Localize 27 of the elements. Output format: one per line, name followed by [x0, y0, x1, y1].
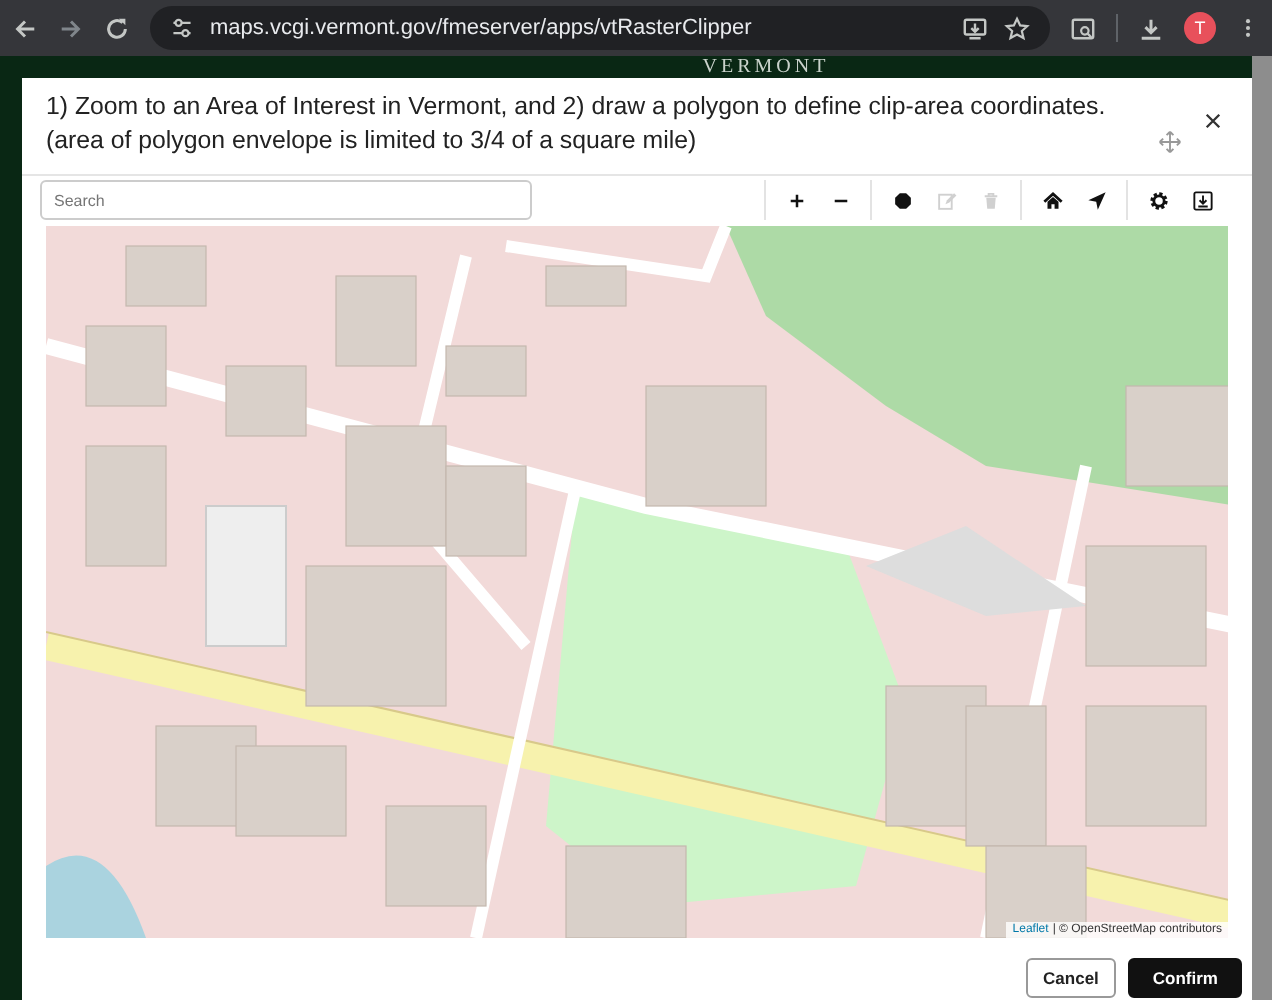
site-settings-icon[interactable] — [170, 16, 194, 40]
address-bar[interactable]: maps.vcgi.vermont.gov/fmeserver/apps/vtRasterClipper — [150, 6, 1050, 50]
profile-avatar[interactable]: T — [1184, 12, 1216, 44]
confirm-button[interactable]: Confirm — [1128, 958, 1242, 998]
forward-arrow-icon[interactable] — [58, 15, 84, 41]
move-cursor-icon — [1158, 130, 1182, 154]
download-icon[interactable] — [1138, 15, 1164, 41]
edit-icon — [935, 189, 957, 211]
install-app-icon[interactable] — [962, 15, 988, 41]
reload-icon[interactable] — [104, 15, 130, 41]
search-field[interactable]: Search — [40, 180, 532, 220]
settings-icon — [1147, 189, 1169, 211]
bookmark-star-icon[interactable] — [1004, 15, 1030, 41]
zoom-in-icon — [785, 189, 807, 211]
page-logo-text: VERMONT — [700, 56, 832, 78]
scrollbar[interactable] — [1252, 56, 1272, 1000]
trash-icon — [979, 189, 1001, 211]
export-icon — [1191, 189, 1213, 211]
dialog-title: 1) Zoom to an Area of Interest in Vermont, and 2) draw a polygon to define clip-area coordinates. (area of polygon envelope is limited to 3/4 of a square mile) — [46, 90, 1108, 158]
polygon-icon — [891, 189, 913, 211]
close-icon — [1202, 110, 1224, 132]
home-icon — [1041, 189, 1063, 211]
tab-search-icon[interactable] — [1070, 15, 1096, 41]
location-arrow-icon — [1085, 189, 1107, 211]
cancel-button[interactable]: Cancel — [1025, 958, 1117, 998]
back-arrow-icon[interactable] — [12, 15, 38, 41]
url-text: maps.vcgi.vermont.gov/fmeserver/apps/vtRasterClipper — [210, 16, 752, 40]
